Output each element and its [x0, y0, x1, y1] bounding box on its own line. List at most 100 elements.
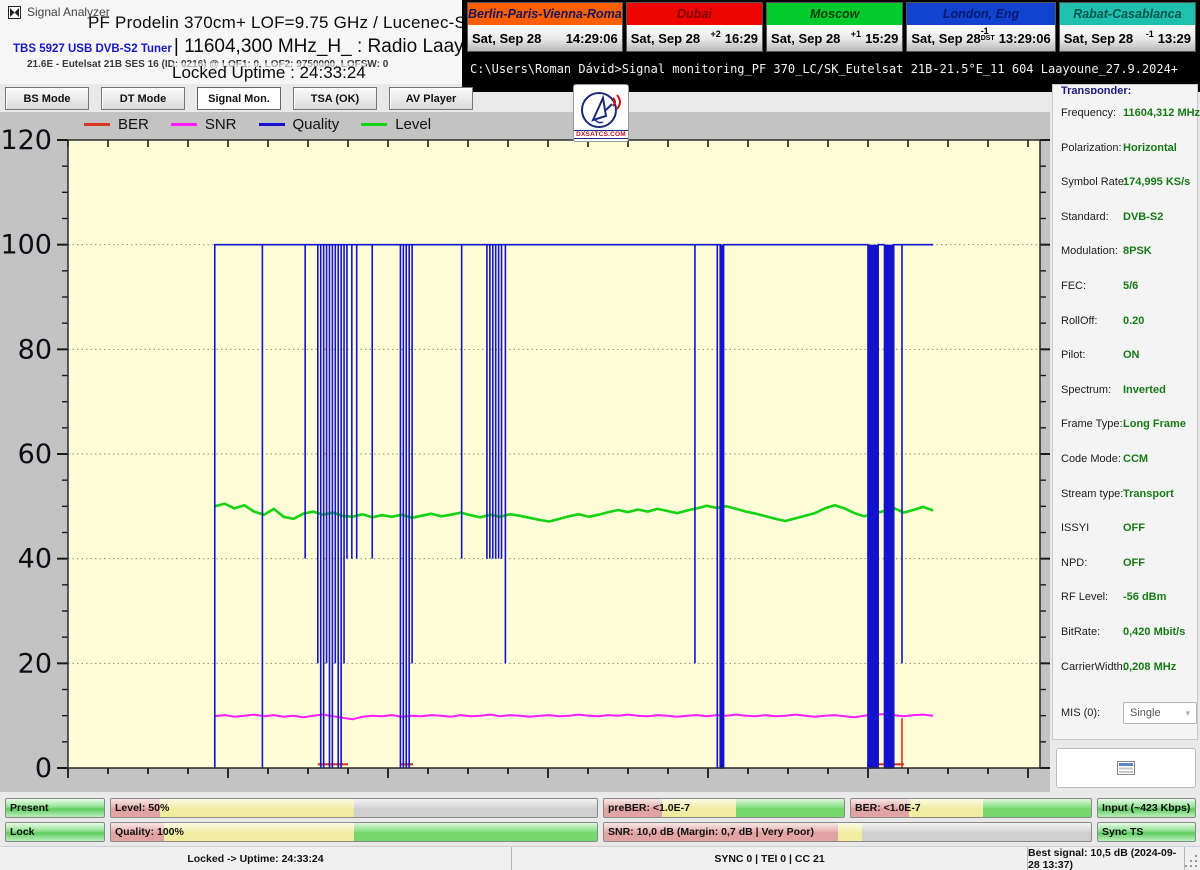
param-label: RF Level: [1061, 591, 1108, 607]
param-value: 8PSK [1123, 245, 1152, 257]
chart-region: 020406080100120 BERSNRQualityLevel [0, 112, 1050, 792]
progress-bar-level: Level: 50% [110, 798, 598, 818]
progress-bar-ber: BER: <1.0E-7 [850, 798, 1092, 818]
bar-label: Level: 50% [115, 802, 169, 814]
legend-swatch [171, 123, 197, 126]
progress-bar-preber: preBER: <1.0E-7 [603, 798, 845, 818]
clock-city: Berlin-Paris-Vienna-Roma [468, 3, 622, 25]
svg-text:60: 60 [18, 439, 52, 470]
clock-offset: +1 [851, 29, 861, 39]
logo-text: DXSATCS.COM [573, 130, 629, 139]
param-row: Spectrum:Inverted [1061, 384, 1193, 400]
bar-label: Quality: 100% [115, 826, 184, 838]
clock-body: Sat, Sep 28 14:29:06 [468, 25, 622, 51]
bar-label: BER: <1.0E-7 [855, 802, 921, 814]
param-value: 0.20 [1123, 315, 1144, 327]
param-label: CarrierWidth: [1061, 661, 1126, 677]
clock-panel: Berlin-Paris-Vienna-Roma Sat, Sep 28 14:29… [467, 2, 623, 52]
clock-city: London, Eng [907, 3, 1054, 25]
console-panel: Berlin-Paris-Vienna-Roma Sat, Sep 28 14:29… [462, 0, 1200, 92]
param-label: Stream type: [1061, 488, 1123, 504]
signal-analyzer-window: Signal Analyzer PF Prodelin 370cm+ LOF=9… [0, 0, 1200, 870]
tab-av-player[interactable]: AV Player [389, 87, 473, 110]
progress-bar-quality: Quality: 100% [110, 822, 598, 842]
status-badge-lock: Lock [5, 822, 105, 842]
console-prompt: C:\Users\Roman Dávid>Signal monitoring_P… [470, 62, 1196, 76]
param-value: 0,208 MHz [1123, 661, 1176, 673]
clock-date: Sat, Sep 28 [631, 31, 700, 46]
bar-label: SNR: 10,0 dB (Margin: 0,7 dB | Very Poor… [608, 826, 814, 838]
clock-time: 14:29:06 [566, 31, 618, 46]
dxsatcs-logo: DXSATCS.COM [573, 84, 629, 142]
param-label: Pilot: [1061, 349, 1085, 365]
param-label: Symbol Rate: [1061, 176, 1127, 192]
tab-tsa-ok[interactable]: TSA (OK) [293, 87, 377, 110]
mis-label: MIS (0): [1061, 707, 1100, 719]
param-row: Symbol Rate:174,995 KS/s [1061, 176, 1193, 192]
clock-date: Sat, Sep 28 [472, 31, 541, 46]
param-value: OFF [1123, 522, 1145, 534]
tab-dt-mode[interactable]: DT Mode [101, 87, 185, 110]
param-row: Stream type:Transport [1061, 488, 1193, 504]
uptime-title: Locked Uptime : 24:33:24 [172, 63, 366, 83]
svg-text:80: 80 [18, 334, 52, 365]
svg-text:40: 40 [18, 544, 52, 575]
signal-chart: 020406080100120 [0, 112, 1050, 792]
legend-item: Level [361, 116, 431, 133]
panel-action-button[interactable] [1056, 748, 1196, 788]
param-value: -56 dBm [1123, 591, 1166, 603]
footer-best-signal: Best signal: 10,5 dB (2024-09-28 13:37) [1028, 847, 1185, 870]
svg-text:100: 100 [0, 230, 52, 261]
status-bar: Locked -> Uptime: 24:33:24 SYNC 0 | TEI … [0, 846, 1200, 870]
param-label: FEC: [1061, 280, 1086, 296]
clock-city: Moscow [767, 3, 902, 25]
param-row: RollOff:0.20 [1061, 315, 1193, 331]
bar-gloss [111, 799, 597, 808]
tab-signal-mon[interactable]: Signal Mon. [197, 87, 281, 110]
param-row: BitRate:0,420 Mbit/s [1061, 626, 1193, 642]
clock-date: Sat, Sep 28 [1064, 31, 1133, 46]
clock-body: Sat, Sep 28+115:29 [767, 25, 902, 51]
bar-label: preBER: <1.0E-7 [608, 802, 690, 814]
legend-label: Level [395, 116, 431, 133]
mis-value: Single [1130, 707, 1161, 719]
params-panel: Transponder: Frequency:11604,312 MHzPola… [1052, 84, 1198, 740]
chart-legend: BER SNR Quality Level [84, 116, 431, 133]
param-row: Polarization:Horizontal [1061, 142, 1193, 158]
param-label: ISSYI [1061, 522, 1089, 538]
param-row: Frequency:11604,312 MHz [1061, 107, 1193, 123]
param-label: Spectrum: [1061, 384, 1111, 400]
list-icon [1117, 761, 1135, 775]
satellite-dish-icon [579, 90, 623, 130]
footer-uptime: Locked -> Uptime: 24:33:24 [0, 847, 512, 870]
param-row: Frame Type:Long Frame [1061, 418, 1193, 434]
clock-panel: Rabat-CasablancaSat, Sep 28-113:29 [1059, 2, 1196, 52]
legend-item: BER [84, 116, 149, 133]
world-clocks: Berlin-Paris-Vienna-Roma Sat, Sep 28 14:29… [467, 2, 1196, 52]
clock-date: Sat, Sep 28 [771, 31, 840, 46]
legend-label: Quality [293, 116, 340, 133]
clock-time: 13:29 [1158, 31, 1191, 46]
footer-sync-counters: SYNC 0 | TEI 0 | CC 21 [512, 847, 1028, 870]
legend-item: SNR [171, 116, 237, 133]
mis-dropdown[interactable]: Single ▾ [1123, 702, 1197, 724]
clock-time: 16:29 [725, 31, 758, 46]
clock-panel: MoscowSat, Sep 28+115:29 [766, 2, 903, 52]
param-row: CarrierWidth:0,208 MHz [1061, 661, 1193, 677]
tab-bs-mode[interactable]: BS Mode [5, 87, 89, 110]
status-row-2: Lock Quality: 100% SNR: 10,0 dB (Margin: 0… [0, 822, 1200, 843]
param-label: Frame Type: [1061, 418, 1123, 434]
status-badge-syncts: Sync TS [1097, 822, 1196, 842]
tuner-name: TBS 5927 USB DVB-S2 Tuner [13, 43, 172, 55]
param-value: ON [1123, 349, 1140, 361]
site-title: PF Prodelin 370cm+ LOF=9.75 GHz / Lucene… [88, 13, 520, 33]
legend-swatch [259, 123, 285, 126]
resize-grip[interactable] [1186, 847, 1200, 870]
legend-swatch [361, 123, 387, 126]
param-row: Pilot: ON [1061, 349, 1193, 365]
param-row: Code Mode:CCM [1061, 453, 1193, 469]
mode-tabs: BS Mode DT Mode Signal Mon. TSA (OK) AV Play… [5, 87, 473, 110]
clock-body: Sat, Sep 28-113:29 [1060, 25, 1195, 51]
tuner-line: TBS 5927 USB DVB-S2 Tuner | 11604,300 MH… [13, 36, 506, 58]
progress-bar-snr: SNR: 10,0 dB (Margin: 0,7 dB | Very Poor… [603, 822, 1092, 842]
